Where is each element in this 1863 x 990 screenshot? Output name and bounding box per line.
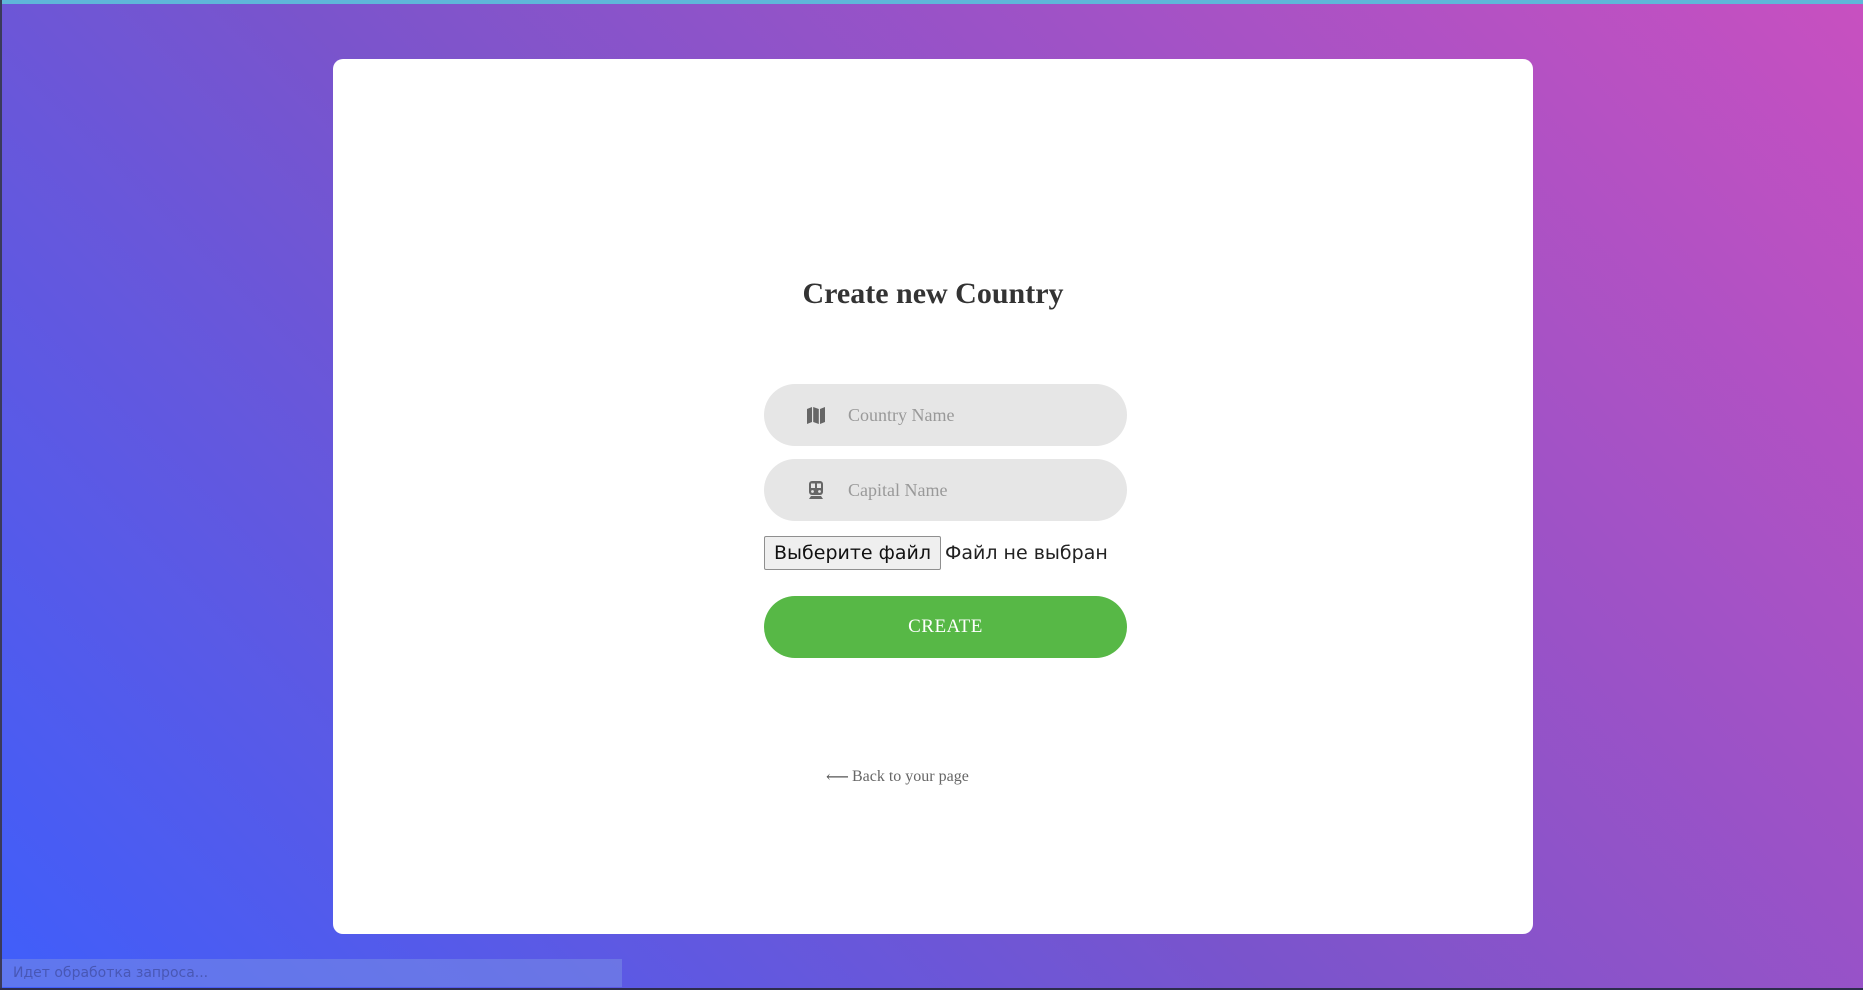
- page-title: Create new Country: [802, 277, 1064, 310]
- file-status-text: Файл не выбран: [945, 542, 1108, 564]
- back-link-label: Back to your page: [851, 768, 969, 785]
- arrow-left-icon: ⟵: [826, 769, 849, 786]
- train-icon: [806, 480, 826, 500]
- capital-name-input[interactable]: [848, 459, 1108, 521]
- window-left-edge: [0, 0, 2, 990]
- file-input[interactable]: Выберите файл Файл не выбран: [764, 535, 1108, 571]
- country-name-input[interactable]: [848, 384, 1108, 446]
- create-country-card: Create new Country Выберите файл Фа: [333, 59, 1533, 934]
- create-button[interactable]: CREATE: [764, 596, 1127, 658]
- choose-file-button[interactable]: Выберите файл: [764, 536, 942, 570]
- back-to-page-link[interactable]: ⟵ Back to your page: [826, 767, 969, 787]
- map-icon: [806, 405, 826, 425]
- browser-top-strip: [0, 0, 1863, 4]
- capital-name-field[interactable]: [764, 459, 1127, 521]
- country-name-field[interactable]: [764, 384, 1127, 446]
- browser-status-bar: Идет обработка запроса...: [2, 959, 622, 987]
